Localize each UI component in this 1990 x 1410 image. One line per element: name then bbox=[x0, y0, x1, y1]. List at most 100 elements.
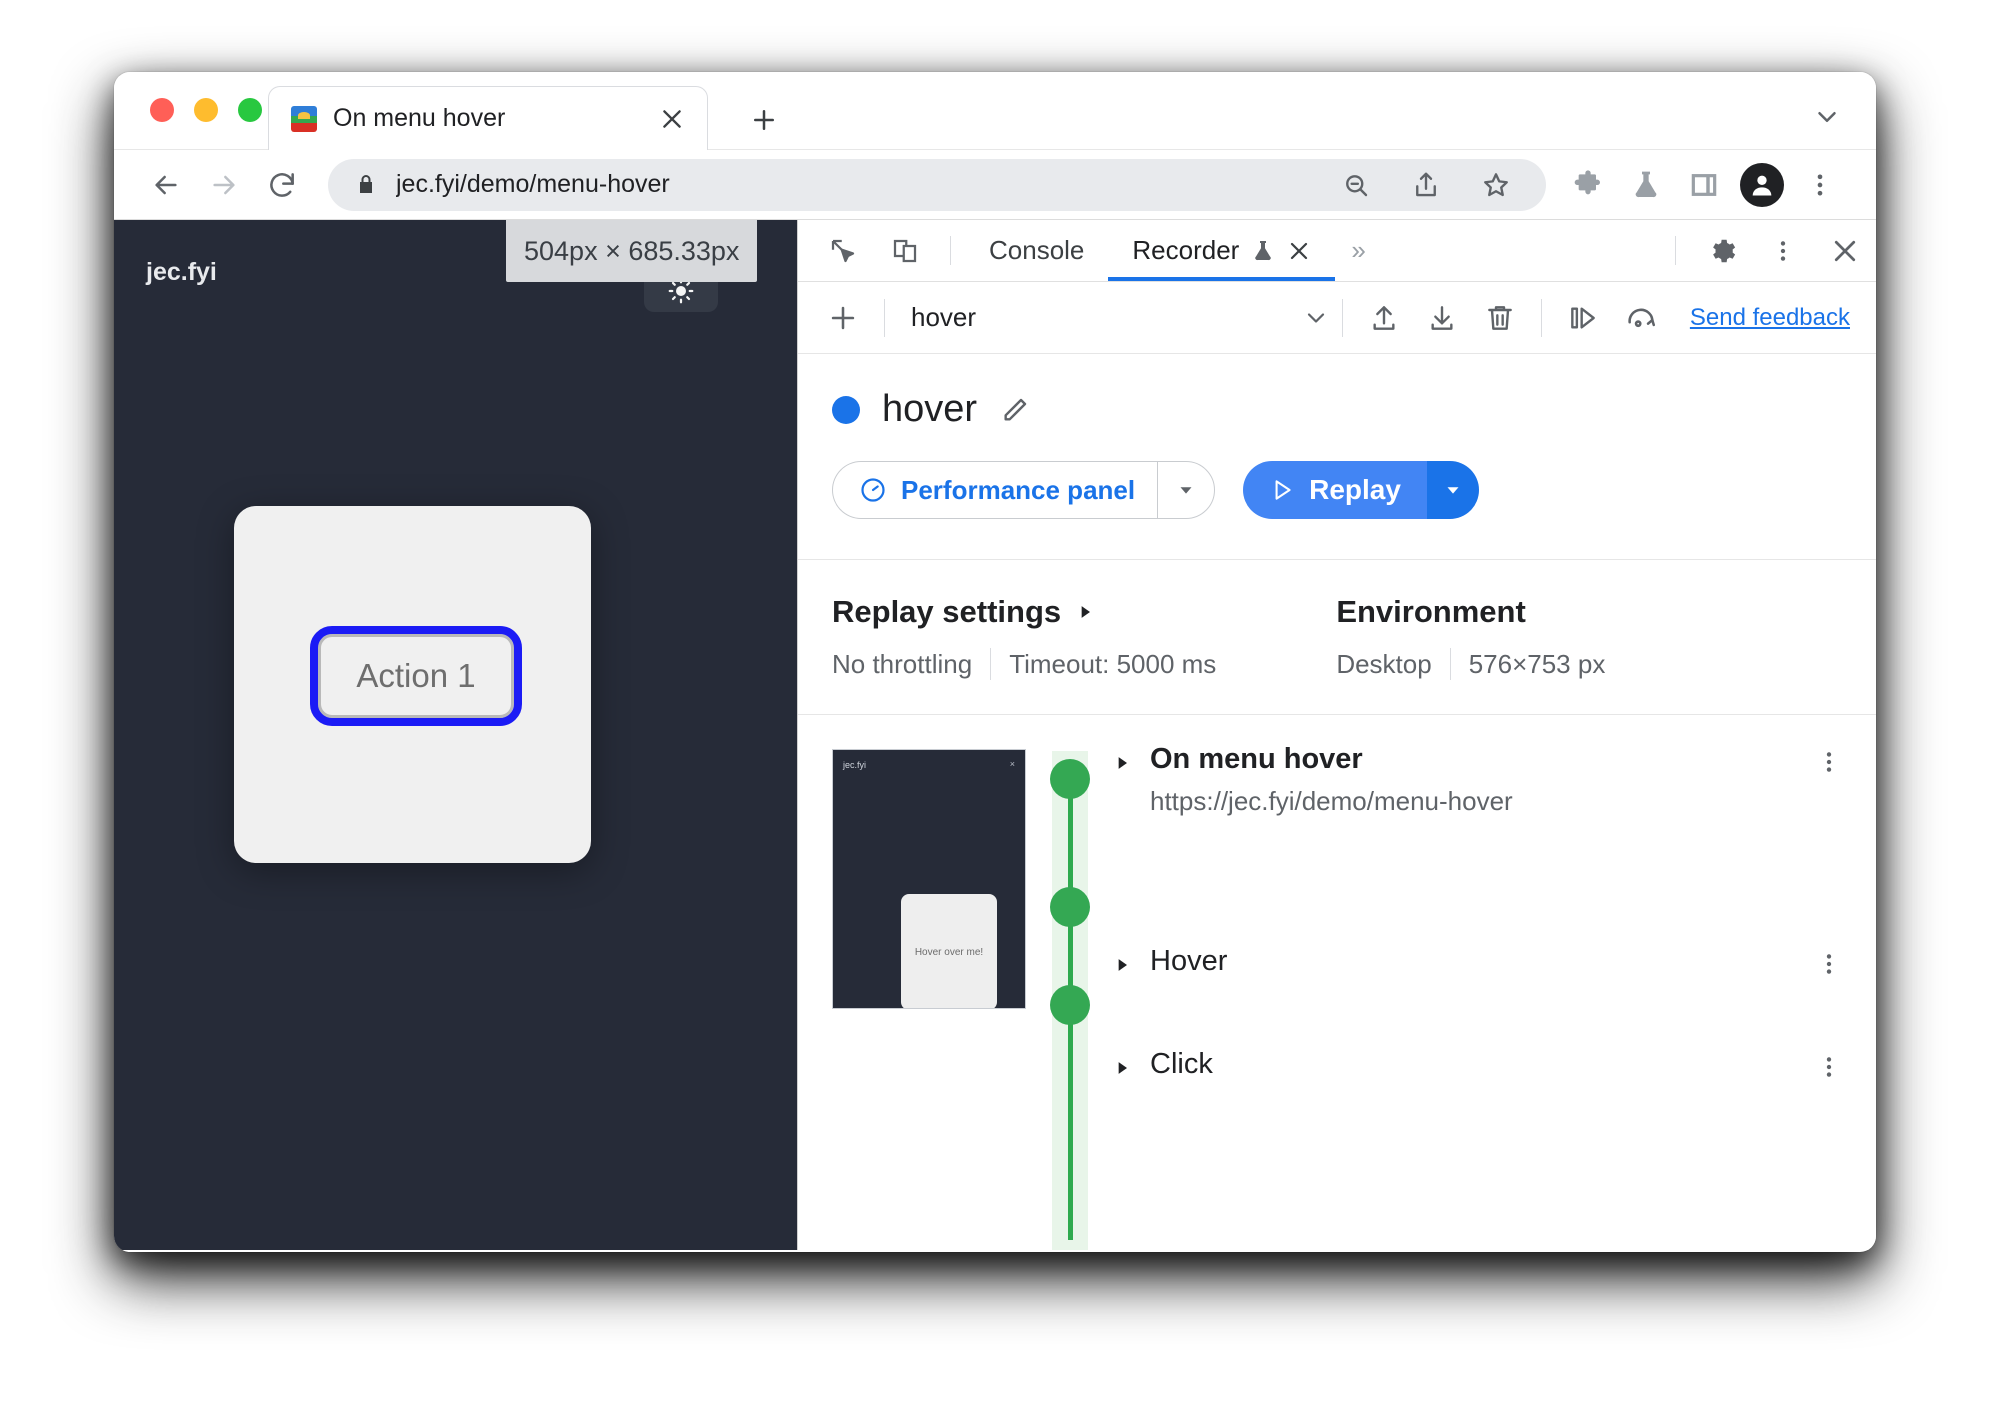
browser-window: On menu hover jec.fyi/demo/menu-hover je… bbox=[114, 72, 1876, 1252]
replay-split-button[interactable]: Replay bbox=[1243, 461, 1479, 519]
environment-values: Desktop 576×753 px bbox=[1336, 648, 1605, 680]
share-icon[interactable] bbox=[1398, 157, 1454, 213]
step-row[interactable]: Hover bbox=[1112, 945, 1842, 978]
replay-arc-icon[interactable] bbox=[1612, 289, 1670, 347]
recording-title: hover bbox=[882, 388, 978, 430]
expand-triangle-icon[interactable] bbox=[1112, 1048, 1132, 1078]
step-menu-kebab-icon[interactable] bbox=[1816, 1048, 1842, 1080]
chevron-down-icon[interactable] bbox=[1812, 102, 1842, 137]
step-thumbnail[interactable]: jec.fyi × Hover over me! bbox=[832, 749, 1026, 1009]
thumbnail-card: Hover over me! bbox=[901, 894, 997, 1008]
thumbnail-card-text: Hover over me! bbox=[914, 946, 984, 958]
tab-console-label: Console bbox=[989, 235, 1085, 265]
devtools-panel: Console Recorder » hover Send feedback h… bbox=[798, 220, 1876, 1250]
star-icon[interactable] bbox=[1468, 157, 1524, 213]
environment-device: Desktop bbox=[1336, 648, 1432, 679]
reload-button[interactable] bbox=[254, 157, 310, 213]
inspect-cursor-icon[interactable] bbox=[812, 220, 874, 281]
address-bar[interactable]: jec.fyi/demo/menu-hover bbox=[328, 157, 1546, 213]
experiments-flask-icon[interactable] bbox=[1618, 157, 1674, 213]
export-icon[interactable] bbox=[1413, 289, 1471, 347]
throttling-value: No throttling bbox=[832, 648, 973, 679]
chevron-down-icon[interactable] bbox=[1302, 304, 1330, 332]
timeline-node bbox=[1050, 887, 1090, 927]
demo-card: Action 1 bbox=[234, 506, 591, 863]
add-recording-button[interactable] bbox=[814, 289, 872, 347]
forward-button[interactable] bbox=[196, 157, 252, 213]
environment-column: Environment Desktop 576×753 px bbox=[1336, 594, 1605, 680]
more-tabs-icon[interactable]: » bbox=[1335, 220, 1381, 281]
divider bbox=[990, 648, 992, 680]
performance-panel-caret-icon[interactable] bbox=[1157, 461, 1216, 519]
play-icon bbox=[1269, 477, 1295, 503]
page-viewport: jec.fyi 504px × 685.33px Action 1 bbox=[114, 220, 798, 1250]
avatar[interactable] bbox=[1740, 162, 1784, 207]
recording-title-row: hover bbox=[832, 388, 1876, 431]
extensions-icon[interactable] bbox=[1560, 157, 1616, 213]
tab-strip: On menu hover bbox=[114, 72, 1876, 150]
expand-triangle-icon[interactable] bbox=[1075, 602, 1095, 622]
tab-recorder[interactable]: Recorder bbox=[1108, 220, 1336, 281]
replay-settings-toggle[interactable]: Replay settings bbox=[832, 594, 1216, 630]
tab-console[interactable]: Console bbox=[965, 220, 1108, 281]
delete-recording-button[interactable] bbox=[1471, 289, 1529, 347]
back-button[interactable] bbox=[138, 157, 194, 213]
browser-tab[interactable]: On menu hover bbox=[268, 86, 708, 150]
step-title: Hover bbox=[1150, 945, 1228, 977]
step-content: Click bbox=[1150, 1048, 1798, 1081]
recording-selector-value: hover bbox=[911, 302, 977, 332]
close-devtools-icon[interactable] bbox=[1814, 220, 1876, 281]
environment-heading: Environment bbox=[1336, 594, 1526, 629]
new-tab-button[interactable] bbox=[742, 98, 786, 142]
import-icon[interactable] bbox=[1355, 289, 1413, 347]
performance-panel-label: Performance panel bbox=[901, 474, 1136, 505]
recording-header: hover Performance panel Replay bbox=[798, 354, 1876, 519]
step-title: On menu hover bbox=[1150, 743, 1363, 775]
step-thumbnail-wrap: jec.fyi × Hover over me! bbox=[832, 743, 1028, 1250]
divider bbox=[950, 236, 951, 265]
action-1-button[interactable]: Action 1 bbox=[310, 626, 522, 726]
step-row[interactable]: On menu hover https://jec.fyi/demo/menu-… bbox=[1112, 743, 1842, 817]
environment-viewport: 576×753 px bbox=[1468, 648, 1606, 679]
screenshot-root: On menu hover jec.fyi/demo/menu-hover je… bbox=[0, 0, 1990, 1410]
replay-settings-label: Replay settings bbox=[832, 594, 1062, 629]
step-over-icon[interactable] bbox=[1554, 289, 1612, 347]
gear-icon[interactable] bbox=[1690, 220, 1752, 281]
send-feedback-link[interactable]: Send feedback bbox=[1670, 304, 1854, 332]
close-icon[interactable] bbox=[655, 102, 689, 136]
divider bbox=[1341, 298, 1343, 337]
zoom-out-icon[interactable] bbox=[1328, 157, 1384, 213]
dimension-badge: 504px × 685.33px bbox=[506, 220, 758, 282]
divider bbox=[1675, 236, 1676, 265]
performance-panel-button[interactable]: Performance panel bbox=[832, 461, 1158, 519]
divider bbox=[884, 298, 885, 337]
device-toggle-icon[interactable] bbox=[874, 220, 936, 281]
step-menu-kebab-icon[interactable] bbox=[1816, 945, 1842, 977]
devtools-menu-kebab-icon[interactable] bbox=[1752, 220, 1814, 281]
performance-panel-split-button[interactable]: Performance panel bbox=[832, 461, 1216, 519]
expand-triangle-icon[interactable] bbox=[1112, 945, 1132, 975]
timeout-value: Timeout: 5000 ms bbox=[1009, 648, 1217, 679]
expand-triangle-icon[interactable] bbox=[1112, 743, 1132, 773]
window-controls[interactable] bbox=[150, 98, 262, 122]
maximize-window-button[interactable] bbox=[238, 98, 262, 122]
replay-button[interactable]: Replay bbox=[1243, 461, 1427, 519]
replay-caret-icon[interactable] bbox=[1426, 461, 1479, 519]
side-panel-icon[interactable] bbox=[1676, 157, 1732, 213]
pencil-icon[interactable] bbox=[999, 394, 1031, 426]
close-recorder-tab-icon[interactable] bbox=[1287, 239, 1311, 263]
profile-button[interactable] bbox=[1734, 157, 1790, 213]
browser-toolbar: jec.fyi/demo/menu-hover bbox=[114, 150, 1876, 220]
step-row[interactable]: Click bbox=[1112, 1048, 1842, 1081]
close-window-button[interactable] bbox=[150, 98, 174, 122]
tab-title: On menu hover bbox=[333, 104, 506, 132]
step-menu-kebab-icon[interactable] bbox=[1816, 743, 1842, 775]
minimize-window-button[interactable] bbox=[194, 98, 218, 122]
replay-label: Replay bbox=[1309, 474, 1401, 505]
recording-selector[interactable]: hover bbox=[897, 302, 1330, 333]
browser-menu-kebab-icon[interactable] bbox=[1792, 157, 1848, 213]
recording-actions: Performance panel Replay bbox=[832, 461, 1876, 519]
lock-icon bbox=[354, 173, 378, 197]
